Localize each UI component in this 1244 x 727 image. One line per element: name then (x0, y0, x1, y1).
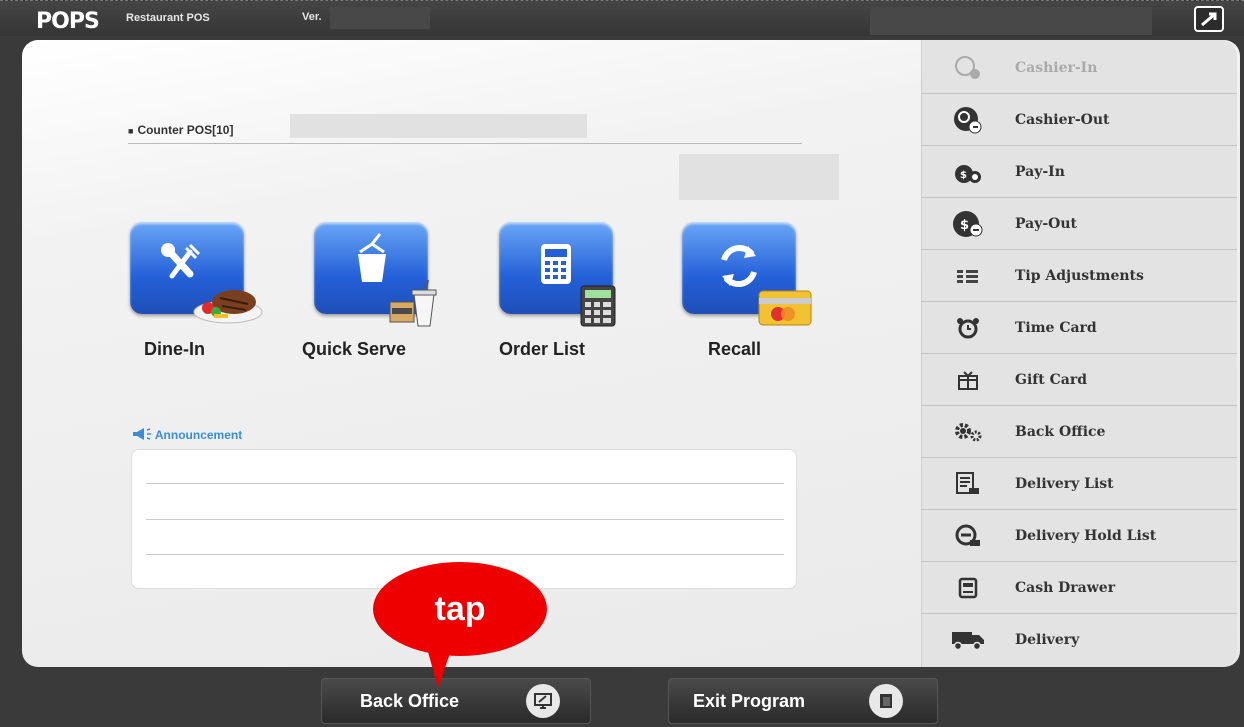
tip-adjustments-button[interactable]: Tip Adjustments (921, 250, 1237, 302)
gears-icon (921, 421, 1015, 443)
back-office-label: Back Office (360, 690, 460, 711)
cash-drawer-icon (921, 577, 1015, 599)
pay-in-label: Pay-In (1015, 163, 1065, 180)
pay-in-icon: $ (921, 159, 1015, 185)
cashier-out-label: Cashier-Out (1015, 111, 1110, 128)
quick-serve-button[interactable]: Quick Serve (300, 222, 460, 372)
delivery-list-label: Delivery List (1015, 475, 1114, 492)
tip-adjustments-label: Tip Adjustments (1015, 267, 1144, 284)
time-card-label: Time Card (1015, 319, 1097, 336)
announcement-label: Announcement (154, 428, 243, 442)
svg-text:$: $ (960, 170, 967, 181)
counter-pos-text: Counter POS[10] (137, 123, 234, 137)
cash-drawer-label: Cash Drawer (1015, 579, 1116, 596)
recall-button[interactable]: Recall (682, 222, 842, 372)
cup-burger-icon (389, 280, 437, 327)
delivery-hold-icon (921, 523, 1015, 549)
pops-logo: POPS (36, 9, 100, 34)
svg-text:$: $ (960, 218, 969, 233)
alarm-clock-icon (921, 317, 1015, 339)
cashier-out-icon (921, 106, 1015, 134)
tap-callout-text: tap (434, 589, 486, 628)
announcement-line (146, 483, 784, 484)
gift-icon (921, 370, 1015, 390)
expand-icon (1201, 12, 1217, 27)
register-icon (580, 285, 616, 327)
cashier-in-button[interactable]: Cashier-In (921, 42, 1237, 94)
app-subtitle: Restaurant POS (126, 12, 210, 24)
back-office-menu-label: Back Office (1015, 423, 1106, 440)
back-office-monitor-icon (526, 684, 560, 718)
counter-info-box (290, 114, 587, 138)
truck-icon (921, 629, 1015, 651)
pay-in-button[interactable]: $ Pay-In (921, 146, 1237, 198)
pay-out-label: Pay-Out (1015, 215, 1078, 232)
delivery-hold-list-button[interactable]: Delivery Hold List (921, 510, 1237, 562)
tap-callout: tap (373, 562, 547, 656)
counter-pos-label: ■ Counter POS[10] (128, 123, 234, 137)
info-box (679, 154, 839, 200)
order-list-label: Order List (499, 339, 586, 359)
delivery-list-button[interactable]: Delivery List (921, 458, 1237, 510)
divider (128, 143, 802, 144)
cashier-in-icon (921, 54, 1015, 82)
credit-card-icon (758, 290, 812, 326)
megaphone-icon (133, 428, 151, 440)
title-bar: POPS Restaurant POS Ver. (0, 0, 1244, 36)
tip-list-icon (921, 268, 1015, 284)
cashier-in-label: Cashier-In (1015, 59, 1098, 76)
dine-in-button[interactable]: Dine-In (130, 222, 290, 372)
delivery-list-icon (921, 471, 1015, 497)
back-office-menu-button[interactable]: Back Office (921, 406, 1237, 458)
cash-drawer-button[interactable]: Cash Drawer (921, 562, 1237, 614)
version-value-box (330, 7, 430, 29)
announcement-header: Announcement (132, 427, 242, 442)
delivery-hold-list-label: Delivery Hold List (1015, 527, 1157, 544)
steak-plate-icon (193, 290, 263, 324)
pay-out-icon: $ (921, 210, 1015, 238)
quick-serve-label: Quick Serve (302, 339, 407, 359)
pay-out-button[interactable]: $ Pay-Out (921, 198, 1237, 250)
gift-card-button[interactable]: Gift Card (921, 354, 1237, 406)
version-label: Ver. (302, 11, 322, 23)
cashier-out-button[interactable]: Cashier-Out (921, 94, 1237, 146)
fullscreen-button[interactable] (1194, 6, 1224, 32)
announcement-line (146, 554, 784, 555)
exit-program-button[interactable]: Exit Program (668, 678, 938, 724)
announcement-line (146, 519, 784, 520)
dine-in-label: Dine-In (144, 339, 205, 359)
header-info-box (870, 7, 1152, 35)
exit-door-icon (869, 684, 903, 718)
time-card-button[interactable]: Time Card (921, 302, 1237, 354)
exit-program-label: Exit Program (693, 690, 806, 711)
delivery-button[interactable]: Delivery (921, 614, 1237, 666)
order-list-button[interactable]: Order List (497, 222, 657, 372)
gift-card-label: Gift Card (1015, 371, 1088, 388)
recall-label: Recall (708, 339, 762, 359)
delivery-label: Delivery (1015, 632, 1080, 648)
